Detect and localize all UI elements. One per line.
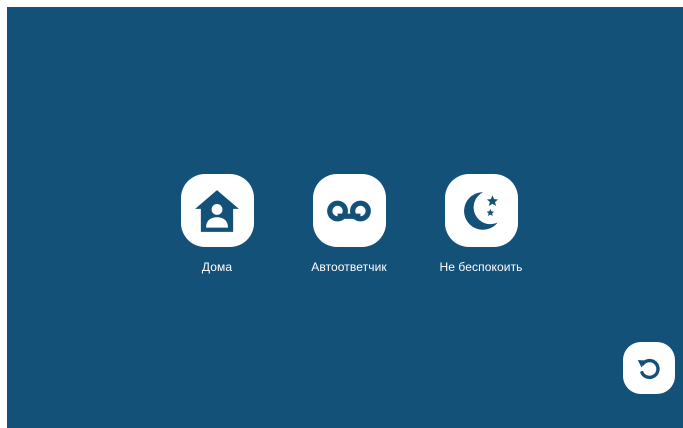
mode-do-not-disturb-label: Не беспокоить bbox=[439, 260, 523, 274]
mode-do-not-disturb-button[interactable]: Не беспокоить bbox=[411, 174, 551, 275]
mode-home-tile[interactable] bbox=[180, 174, 254, 247]
mode-selection-screen: Дома Автоответчик Не беспокоить bbox=[7, 7, 683, 428]
undo-arrow-icon bbox=[637, 358, 660, 380]
mode-home-label: Дома bbox=[201, 260, 233, 274]
mode-answering-machine-button[interactable]: Автоответчик bbox=[279, 174, 419, 275]
voicemail-icon bbox=[327, 200, 371, 221]
mode-do-not-disturb-tile[interactable] bbox=[444, 174, 518, 247]
moon-stars-icon bbox=[464, 191, 499, 230]
mode-answering-machine-tile[interactable] bbox=[312, 174, 386, 247]
home-user-icon bbox=[195, 189, 239, 232]
mode-answering-machine-label: Автоответчик bbox=[311, 260, 387, 274]
back-button[interactable] bbox=[623, 342, 675, 394]
mode-home-button[interactable]: Дома bbox=[147, 174, 287, 275]
